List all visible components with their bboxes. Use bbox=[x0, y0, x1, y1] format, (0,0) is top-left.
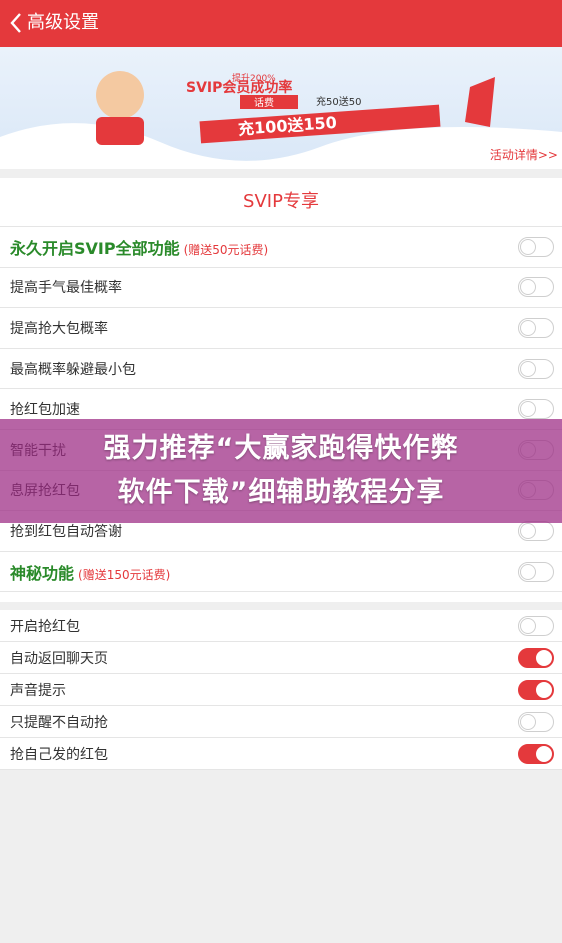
setting-row[interactable]: 提高抢大包概率 bbox=[0, 308, 562, 349]
svip-card: SVIP专享 永久开启SVIP全部功能 (赠送50元话费) 提高手气最佳概率 提高抢大… bbox=[0, 178, 562, 602]
promo-overlay: 强力推荐“大赢家跑得快作弊 软件下载”细辅助教程分享 bbox=[0, 419, 562, 523]
banner-illustration: SVIP会员成功率 提升200% 话费 充50送50 充100送150 bbox=[0, 71, 562, 169]
toggle-switch[interactable] bbox=[518, 317, 554, 338]
setting-label: 提高手气最佳概率 bbox=[10, 280, 122, 297]
setting-label: 开启抢红包 bbox=[10, 618, 80, 635]
banner-tag: 话费 bbox=[254, 96, 274, 109]
setting-label: 只提醒不自动抢 bbox=[10, 714, 108, 731]
page-title: 高级设置 bbox=[27, 12, 99, 33]
toggle-switch[interactable] bbox=[518, 711, 554, 732]
gift-note: (赠送50元话费) bbox=[183, 242, 269, 257]
setting-row[interactable]: 神秘功能 (赠送150元话费) bbox=[0, 552, 562, 593]
setting-label: 提高抢大包概率 bbox=[10, 320, 108, 337]
mascot-icon bbox=[96, 71, 144, 119]
setting-label: 抢自己发的红包 bbox=[10, 746, 108, 763]
top-bar: 高级设置 bbox=[0, 0, 562, 47]
toggle-switch[interactable] bbox=[518, 236, 554, 257]
overlay-line-2: 软件下载”细辅助教程分享 bbox=[117, 477, 445, 508]
setting-row[interactable]: 永久开启SVIP全部功能 (赠送50元话费) bbox=[0, 227, 562, 268]
setting-label: 最高概率躲避最小包 bbox=[10, 361, 136, 378]
setting-label: 自动返回聊天页 bbox=[10, 650, 108, 667]
setting-row[interactable]: 最高概率躲避最小包 bbox=[0, 349, 562, 390]
promo-detail-link[interactable]: 活动详情>> bbox=[490, 146, 558, 163]
setting-label: 抢红包加速 bbox=[10, 402, 80, 419]
toggle-switch[interactable] bbox=[518, 520, 554, 541]
setting-label: 声音提示 bbox=[10, 682, 66, 699]
overlay-line-1: 强力推荐“大赢家跑得快作弊 bbox=[103, 433, 459, 464]
svip-section-title: SVIP专享 bbox=[0, 178, 562, 227]
toggle-switch[interactable] bbox=[518, 743, 554, 764]
toggle-switch[interactable] bbox=[518, 561, 554, 582]
setting-row[interactable]: 提高手气最佳概率 bbox=[0, 268, 562, 309]
toggle-switch[interactable] bbox=[518, 647, 554, 668]
promo-banner[interactable]: SVIP会员成功率 提升200% 话费 充50送50 充100送150 bbox=[0, 47, 562, 169]
toggle-switch[interactable] bbox=[518, 615, 554, 636]
banner-offer-small: 充50送50 bbox=[316, 95, 361, 108]
setting-label: 永久开启SVIP全部功能 (赠送50元话费) bbox=[10, 238, 269, 258]
toggle-switch[interactable] bbox=[518, 277, 554, 298]
toggle-switch[interactable] bbox=[518, 679, 554, 700]
setting-row[interactable]: 自动返回聊天页 bbox=[0, 642, 562, 674]
setting-row[interactable]: 开启抢红包 bbox=[0, 610, 562, 642]
toggle-switch[interactable] bbox=[518, 358, 554, 379]
toggle-switch[interactable] bbox=[518, 399, 554, 420]
basic-settings-card: 开启抢红包自动返回聊天页 声音提示只提醒不自动抢 抢自己发的红包 bbox=[0, 610, 562, 770]
setting-label: 神秘功能 (赠送150元话费) bbox=[10, 563, 171, 583]
setting-label: 抢到红包自动答谢 bbox=[10, 523, 122, 540]
rocket-icon bbox=[465, 77, 495, 127]
banner-sub: 提升200% bbox=[232, 73, 276, 84]
setting-row[interactable]: 只提醒不自动抢 bbox=[0, 706, 562, 738]
setting-row[interactable]: 声音提示 bbox=[0, 674, 562, 706]
gift-note: (赠送150元话费) bbox=[78, 567, 171, 582]
setting-row[interactable]: 抢自己发的红包 bbox=[0, 738, 562, 770]
